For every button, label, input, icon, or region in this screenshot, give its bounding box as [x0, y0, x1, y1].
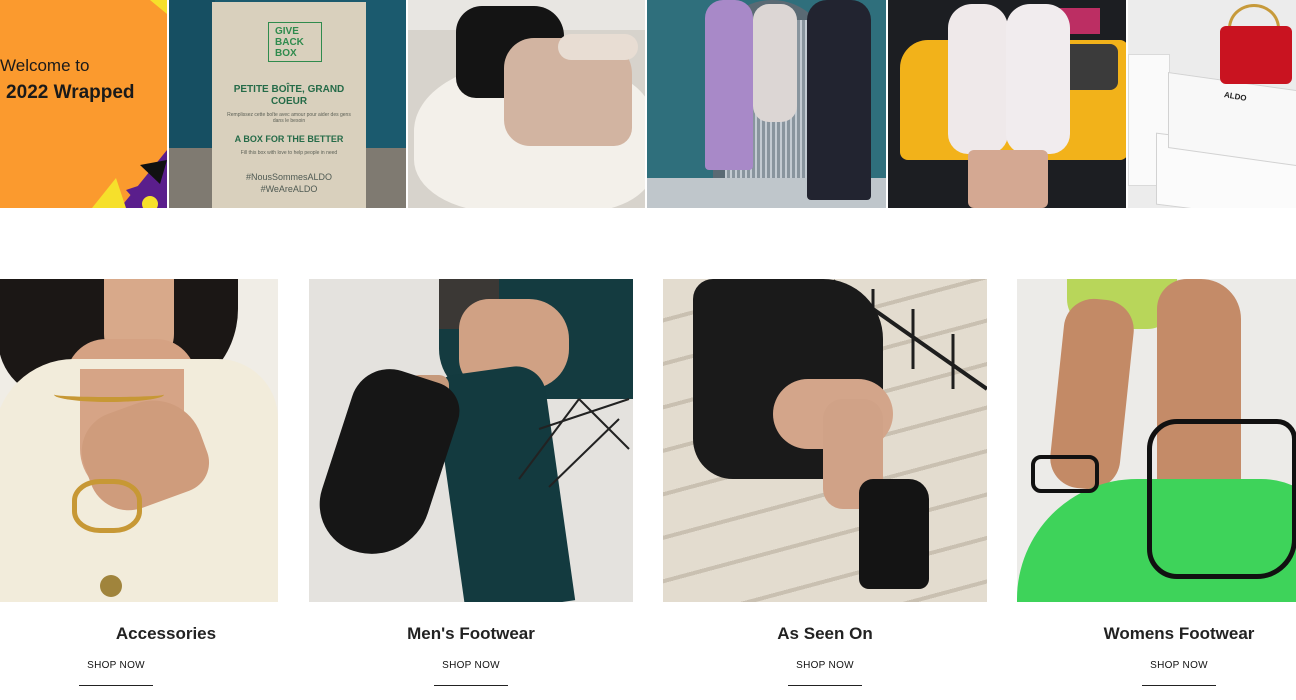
boot-fur-trim: [558, 34, 638, 60]
social-tile-winter-boots[interactable]: [406, 0, 647, 208]
box-tagline: A BOX FOR THE BETTER: [234, 134, 344, 144]
category-image-mens-footwear[interactable]: [309, 279, 633, 602]
box-headline: PETITE BOÎTE, GRAND COEUR: [233, 84, 345, 107]
social-feed-strip: Welcome to O 2022 Wrapped GIVE BACK BOX …: [0, 0, 1296, 208]
shop-now-womens-footwear-link[interactable]: SHOP NOW: [1142, 660, 1216, 686]
category-title-as-seen-on: As Seen On: [777, 624, 873, 643]
social-tile-wrapped-promo[interactable]: Welcome to O 2022 Wrapped: [0, 0, 167, 208]
person-sequin-dress: [753, 4, 797, 122]
person-purple-suit: [705, 0, 753, 170]
legs-image: [968, 150, 1048, 208]
confetti-shapes: [92, 0, 167, 208]
category-image-accessories[interactable]: [0, 279, 278, 602]
box-small-text: Fill this box with love to help people i…: [240, 150, 338, 156]
blazer-button: [100, 575, 122, 597]
platform-ankle-boot: [859, 479, 929, 589]
social-tile-red-bag[interactable]: ALDO: [1126, 0, 1296, 208]
social-tile-party-outfits[interactable]: [645, 0, 888, 208]
shop-now-mens-footwear-link[interactable]: SHOP NOW: [434, 660, 508, 686]
person-white-dress-left: [948, 4, 1008, 154]
social-tile-taxi-night[interactable]: [886, 0, 1128, 208]
black-chelsea-boot: [309, 358, 468, 570]
category-image-as-seen-on[interactable]: [663, 279, 987, 602]
hashtag-we-are-aldo: #WeAreALDO: [260, 184, 318, 194]
person-white-dress-right: [1006, 4, 1070, 154]
promo-wrapped-text: O 2022 Wrapped: [0, 82, 135, 103]
person-dark-suit: [807, 0, 871, 200]
left-heeled-sandal: [1031, 455, 1099, 493]
hashtag-nous-sommes-aldo: #NousSommesALDO: [245, 172, 333, 182]
chair-frame: [518, 398, 630, 488]
social-tile-give-back-box[interactable]: GIVE BACK BOX PETITE BOÎTE, GRAND COEUR …: [167, 0, 408, 208]
category-title-mens-footwear: Men's Footwear: [407, 624, 535, 643]
gold-bracelet: [72, 479, 142, 533]
red-handbag: [1220, 26, 1292, 84]
category-image-womens-footwear[interactable]: [1017, 279, 1296, 602]
box-subtext: Remplissez cette boîte avec amour pour a…: [227, 112, 351, 124]
give-back-box: GIVE BACK BOX PETITE BOÎTE, GRAND COEUR …: [212, 2, 366, 208]
shop-now-accessories-link[interactable]: SHOP NOW: [79, 660, 153, 686]
right-heeled-sandal: [1147, 419, 1296, 579]
tile-wall: [169, 0, 215, 150]
give-back-box-logo: GIVE BACK BOX: [268, 22, 322, 62]
shop-now-as-seen-on-link[interactable]: SHOP NOW: [788, 660, 862, 686]
category-title-accessories: Accessories: [115, 624, 217, 643]
category-title-womens-footwear: Womens Footwear: [1103, 624, 1255, 643]
promo-welcome-text: Welcome to: [0, 56, 90, 75]
